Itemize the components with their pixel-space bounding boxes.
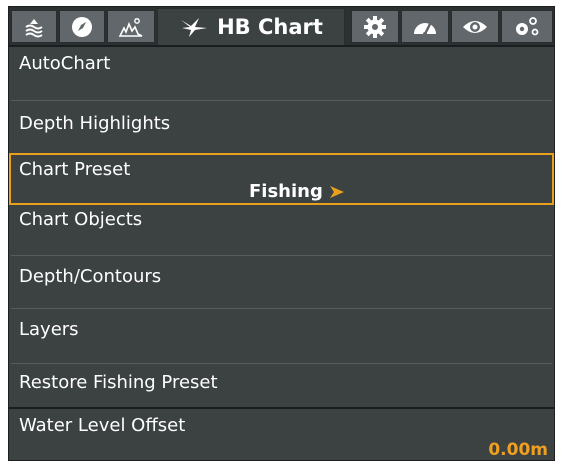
compass-icon — [72, 16, 92, 37]
chevron-right-icon — [330, 186, 344, 198]
menu-item-depth-contours[interactable]: Depth/Contours — [9, 256, 554, 306]
tab-hb-chart-label: HB Chart — [217, 15, 323, 39]
tab-hb-chart[interactable]: HB Chart — [157, 8, 345, 45]
menu-item-autochart[interactable]: AutoChart — [9, 47, 554, 101]
menu-label-restore-fishing-preset: Restore Fishing Preset — [19, 372, 218, 393]
menu-label-depth-contours: Depth/Contours — [19, 266, 162, 287]
menu-item-layers[interactable]: Layers — [9, 309, 554, 361]
menu-label-water-level-offset: Water Level Offset — [19, 415, 186, 436]
tab-settings[interactable] — [351, 10, 399, 43]
menu-item-depth-highlights[interactable]: Depth Highlights — [9, 101, 554, 151]
tab-view[interactable] — [451, 10, 499, 43]
menu-label-layers: Layers — [19, 319, 79, 340]
tab-navigation[interactable] — [11, 10, 57, 43]
menu-item-chart-objects[interactable]: Chart Objects — [9, 205, 554, 255]
menu-item-chart-preset[interactable]: Chart Preset Fishing — [9, 153, 554, 205]
gear-icon — [364, 15, 386, 38]
menu-label-chart-objects: Chart Objects — [19, 209, 143, 230]
navigation-menu-icon — [25, 18, 43, 37]
chart-preset-value: Fishing — [249, 181, 323, 202]
sonar-icon — [118, 17, 143, 37]
gauge-icon — [414, 22, 436, 36]
tab-bar: HB Chart — [9, 7, 554, 47]
menu-label-chart-preset: Chart Preset — [19, 159, 131, 180]
water-level-offset-value: 0.00m — [488, 440, 548, 460]
humminbird-logo-icon — [181, 18, 208, 37]
menu-item-water-level-offset[interactable]: Water Level Offset 0.00m — [9, 407, 554, 460]
network-icon — [516, 16, 539, 35]
menu-label-autochart: AutoChart — [19, 53, 111, 74]
eye-icon — [463, 20, 487, 33]
tab-compass[interactable] — [59, 10, 105, 43]
menu-item-restore-fishing-preset[interactable]: Restore Fishing Preset — [9, 364, 554, 406]
tab-sonar[interactable] — [107, 10, 155, 43]
menu-label-depth-highlights: Depth Highlights — [19, 113, 171, 134]
hb-chart-menu-panel: HB Chart AutoChart Depth Highlights Char… — [8, 6, 555, 461]
screen: HB Chart AutoChart Depth Highlights Char… — [0, 0, 563, 467]
tab-network[interactable] — [501, 10, 553, 43]
tab-gauges[interactable] — [401, 10, 449, 43]
